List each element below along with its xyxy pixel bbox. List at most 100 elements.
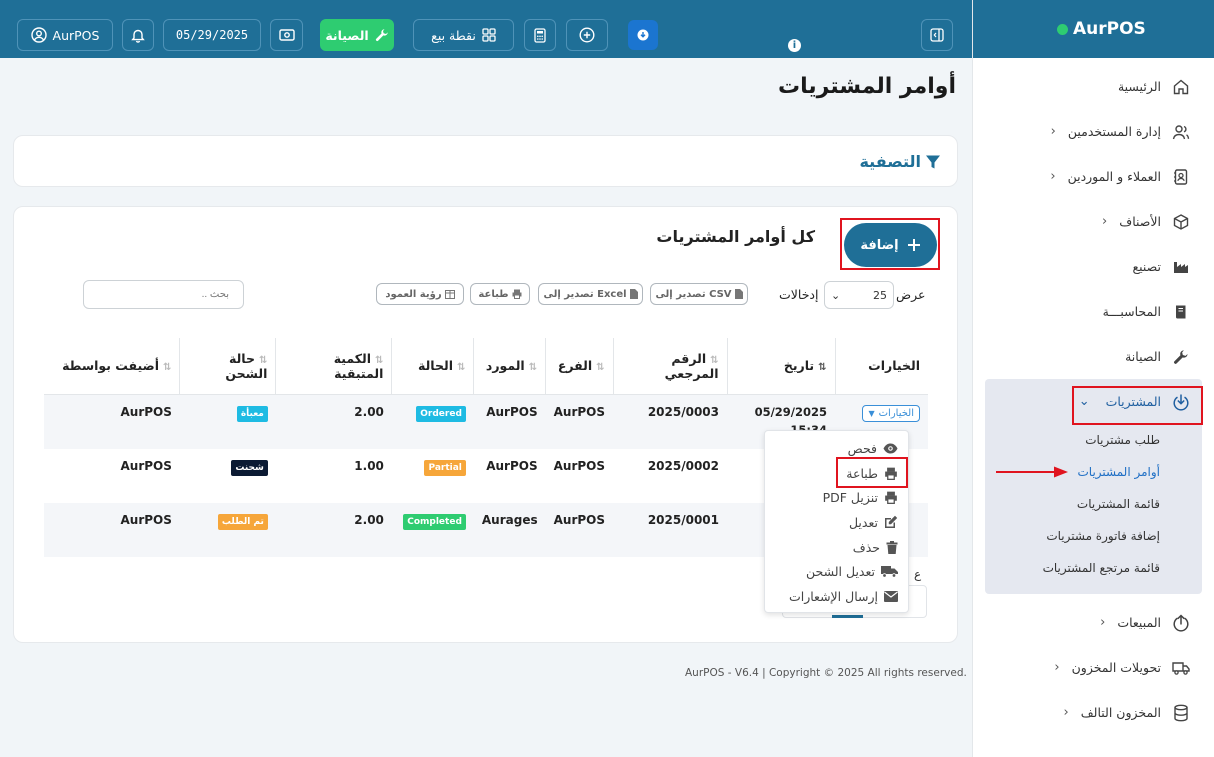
submenu-purchases-list[interactable]: قائمة المشتريات bbox=[985, 488, 1202, 520]
col-ref[interactable]: ⇅الرقم المرجعي bbox=[612, 338, 727, 395]
edit-icon bbox=[885, 516, 898, 529]
menu-item-delete[interactable]: حذف bbox=[765, 535, 908, 560]
show-label: عرض bbox=[896, 287, 926, 302]
sidebar-toggle-button[interactable] bbox=[921, 19, 953, 51]
sidebar-item-manufacturing[interactable]: تصنيع bbox=[973, 244, 1214, 289]
sort-icon: ⇅ bbox=[596, 362, 605, 374]
status-dot bbox=[1057, 23, 1068, 35]
footer: AurPOS - V6.4 | Copyright © 2025 All rig… bbox=[685, 667, 967, 679]
quick-add-button[interactable] bbox=[566, 19, 608, 51]
status-badge: Completed bbox=[403, 514, 466, 530]
col-shipping-status[interactable]: ⇅حالة الشحن bbox=[179, 338, 276, 395]
export-csv-button[interactable]: تصدير إلى CSV bbox=[650, 283, 748, 305]
export-csv-label: تصدير إلى CSV bbox=[655, 288, 732, 300]
pos-button[interactable]: نقطة بيع bbox=[413, 19, 514, 51]
status-badge: Ordered bbox=[416, 405, 466, 422]
pos-label: نقطة بيع bbox=[431, 27, 476, 43]
col-added-by[interactable]: ⇅ أضيفت بواسطة bbox=[44, 338, 180, 395]
sort-icon: ⇅ bbox=[259, 354, 268, 366]
menu-item-send-notification[interactable]: إرسال الإشعارات bbox=[765, 584, 908, 609]
col-date[interactable]: ⇅تاريخ bbox=[726, 338, 835, 395]
ship-cell: تم الطلب bbox=[179, 503, 276, 557]
factory-icon bbox=[1171, 257, 1191, 277]
plus-circle-icon bbox=[579, 27, 595, 43]
column-visibility-button[interactable]: رؤية العمود bbox=[376, 283, 464, 305]
print-button[interactable]: طباعة bbox=[470, 283, 530, 305]
sidebar-item-stock-transfers[interactable]: تحويلات المخزون ‹ bbox=[973, 645, 1214, 690]
brand-logo[interactable]: AurPOS bbox=[973, 0, 1214, 58]
menu-item-pdf[interactable]: تنزيل PDF bbox=[765, 485, 908, 510]
col-status[interactable]: ⇅ الحالة bbox=[391, 338, 474, 395]
sidebar: AurPOS الرئيسية إدارة المستخدمين ‹ العمل… bbox=[972, 0, 1214, 757]
sort-desc-icon: ⇅ bbox=[818, 362, 827, 374]
submenu-purchase-returns[interactable]: قائمة مرتجع المشتريات bbox=[985, 552, 1202, 584]
caret-down-icon: ▼ bbox=[868, 408, 875, 418]
sidebar-item-label: الرئيسية bbox=[1117, 79, 1161, 94]
money-icon bbox=[278, 29, 295, 41]
sidebar-item-maintenance[interactable]: الصيانة bbox=[973, 334, 1214, 379]
pagination-active-page[interactable] bbox=[832, 615, 863, 618]
page-size-value: 25 bbox=[873, 288, 887, 302]
install-app-button[interactable] bbox=[628, 20, 658, 50]
col-label: المورد bbox=[485, 358, 525, 374]
sort-icon: ⇅ bbox=[457, 362, 466, 374]
info-icon[interactable]: i bbox=[788, 39, 801, 52]
box-icon bbox=[1171, 212, 1191, 232]
page-title: أوامر المشتريات bbox=[778, 74, 956, 99]
maintenance-button[interactable]: الصيانة bbox=[320, 19, 394, 51]
sidebar-item-label: الأصناف bbox=[1119, 214, 1161, 229]
options-dropdown-button[interactable]: الخيارات ▼ bbox=[862, 404, 920, 422]
upload-icon bbox=[1171, 613, 1191, 633]
added-by-cell: AurPOS bbox=[44, 503, 180, 557]
export-excel-button[interactable]: تصدير إلى Excel bbox=[538, 283, 643, 305]
user-circle-icon bbox=[30, 27, 47, 43]
col-remaining-qty[interactable]: ⇅الكمية المتبقية bbox=[275, 338, 392, 395]
shipping-badge: معبأة bbox=[236, 405, 268, 422]
file-excel-icon bbox=[629, 289, 638, 299]
col-options[interactable]: الخيارات bbox=[834, 338, 928, 395]
qty-cell: 2.00 bbox=[275, 394, 392, 449]
search-input[interactable] bbox=[83, 280, 244, 309]
branch-cell: AurPOS bbox=[553, 459, 605, 473]
menu-label: فحص bbox=[847, 440, 877, 456]
notifications-button[interactable] bbox=[122, 19, 154, 51]
col-label: الفرع bbox=[557, 358, 593, 374]
sidebar-item-home[interactable]: الرئيسية bbox=[973, 64, 1214, 109]
sidebar-item-damaged-stock[interactable]: المخزون التالف ‹ bbox=[973, 690, 1214, 735]
chevron-left-icon: ‹ bbox=[1102, 214, 1108, 229]
submenu-add-purchase-invoice[interactable]: إضافة فاتورة مشتريات bbox=[985, 520, 1202, 552]
filter-toggle[interactable]: التصفية bbox=[859, 152, 941, 171]
envelope-icon bbox=[884, 590, 898, 602]
col-branch[interactable]: ⇅الفرع bbox=[545, 338, 613, 395]
sidebar-item-sales[interactable]: المبيعات ‹ bbox=[973, 600, 1214, 645]
truck-icon bbox=[881, 566, 898, 578]
submenu-purchase-request[interactable]: طلب مشتريات bbox=[985, 424, 1202, 456]
status-cell: Completed bbox=[391, 503, 474, 557]
menu-item-edit[interactable]: تعديل bbox=[765, 510, 908, 535]
arrow-right-icon bbox=[996, 466, 1068, 478]
sidebar-panel-icon bbox=[930, 28, 944, 42]
filter-card[interactable]: التصفية bbox=[13, 135, 958, 187]
chevron-left-icon: ‹ bbox=[1100, 615, 1106, 630]
printer-icon bbox=[885, 491, 897, 505]
sidebar-item-products[interactable]: الأصناف ‹ bbox=[973, 199, 1214, 244]
menu-item-edit-shipping[interactable]: تعديل الشحن bbox=[765, 559, 908, 584]
bell-icon bbox=[131, 29, 145, 43]
page-size-select[interactable]: ⌄ 25 bbox=[824, 281, 894, 309]
sidebar-item-accounting[interactable]: المحاسبـــة bbox=[973, 289, 1214, 334]
sort-icon: ⇅ bbox=[528, 362, 538, 374]
grid-icon bbox=[482, 28, 496, 42]
user-menu-button[interactable]: AurPOS bbox=[17, 19, 113, 51]
ship-cell: شحنت bbox=[180, 449, 276, 503]
cash-register-button[interactable] bbox=[270, 19, 303, 51]
supplier-cell: Aurages bbox=[473, 503, 546, 557]
sidebar-item-contacts[interactable]: العملاء و الموردين ‹ bbox=[973, 154, 1214, 199]
chevron-left-icon: ‹ bbox=[1050, 169, 1056, 184]
database-icon bbox=[1171, 703, 1191, 723]
sidebar-item-label: تصنيع bbox=[1132, 259, 1161, 274]
users-icon bbox=[1171, 122, 1191, 142]
col-supplier[interactable]: ⇅المورد bbox=[473, 338, 546, 395]
export-excel-label: تصدير إلى Excel bbox=[543, 288, 627, 300]
calculator-button[interactable] bbox=[524, 19, 556, 51]
sidebar-item-users[interactable]: إدارة المستخدمين ‹ bbox=[973, 109, 1214, 154]
